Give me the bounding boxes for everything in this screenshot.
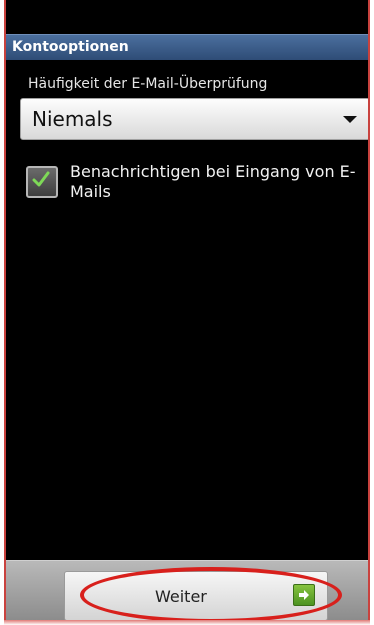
notify-checkbox[interactable]: [26, 166, 58, 198]
title-bar: Kontooptionen: [6, 34, 368, 60]
screen-frame: Kontooptionen Häufigkeit der E-Mail-Über…: [4, 0, 370, 622]
page-title: Kontooptionen: [12, 39, 129, 55]
frame-shadow: [4, 620, 370, 625]
bottom-button-bar: Weiter: [6, 560, 368, 622]
frequency-dropdown[interactable]: Niemals: [20, 98, 368, 140]
arrow-right-icon: [293, 584, 315, 606]
checkmark-icon: [32, 171, 50, 187]
next-button[interactable]: Weiter: [64, 571, 328, 621]
chevron-down-icon: [343, 116, 357, 123]
frequency-selected-value: Niemals: [32, 107, 113, 131]
frequency-label: Häufigkeit der E-Mail-Überprüfung: [28, 76, 268, 92]
next-button-label: Weiter: [155, 587, 207, 606]
status-strip: [6, 0, 368, 34]
notify-label[interactable]: Benachrichtigen bei Eingang von E-Mails: [70, 162, 366, 202]
